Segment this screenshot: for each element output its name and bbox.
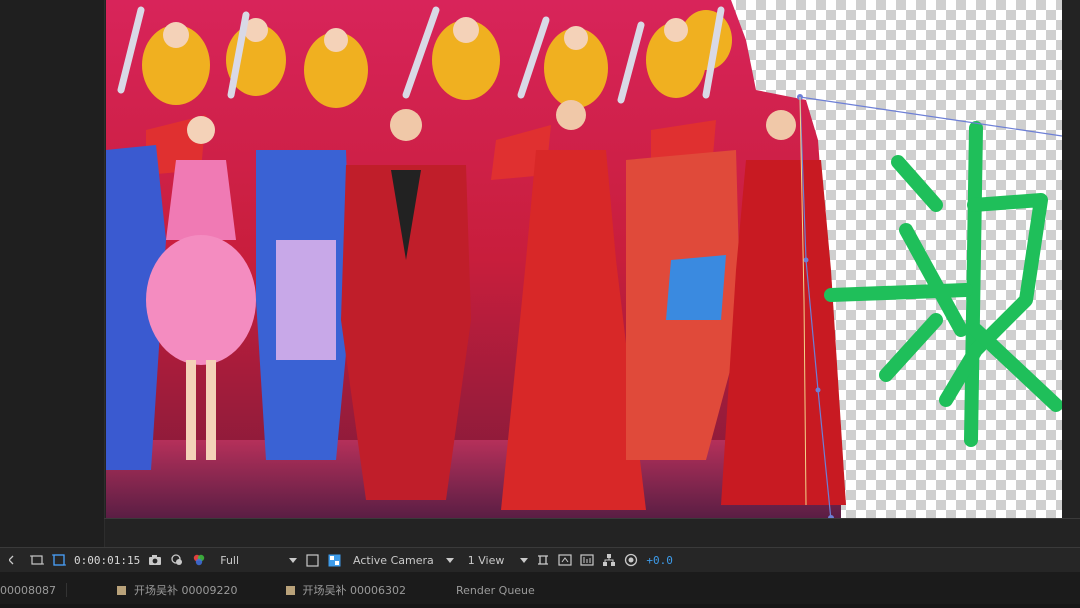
timeline-icon[interactable] — [558, 553, 572, 567]
composition-frame[interactable] — [106, 0, 1062, 518]
color-channels-icon[interactable] — [192, 553, 206, 567]
view-layout-value: 1 View — [467, 553, 505, 567]
flowchart-icon[interactable] — [602, 553, 616, 567]
camera-value: Active Camera — [353, 553, 434, 567]
show-snapshot-icon[interactable] — [170, 553, 184, 567]
viewer-bottom-divider — [104, 518, 1080, 519]
transparency-toggle-icon[interactable] — [52, 553, 66, 567]
panel-tab-bar: 00008087 开场吴补 00009220 开场吴补 00006302 Ren… — [0, 572, 1080, 608]
current-time-display[interactable]: 0:00:01:15 — [74, 554, 140, 567]
tab-composition-1[interactable]: 00008087 — [0, 572, 66, 608]
chevron-down-icon — [520, 557, 529, 563]
composition-icon — [285, 585, 295, 595]
tab-composition-3[interactable]: 开场吴补 00006302 — [276, 572, 417, 608]
fast-previews-icon[interactable] — [536, 553, 550, 567]
tab-label: 00008087 — [0, 583, 56, 597]
reset-exposure-icon[interactable] — [624, 553, 638, 567]
viewer-toolbar: 0:00:01:15 Full Active Camera 1 View +0.… — [0, 547, 1080, 573]
tab-label: 开场吴补 00009220 — [134, 584, 238, 597]
viewer-left-panel — [0, 0, 105, 547]
chevron-down-icon — [289, 557, 298, 563]
chevron-down-icon — [445, 557, 454, 563]
exposure-value[interactable]: +0.0 — [646, 554, 673, 567]
composition-flowchart-icon[interactable] — [580, 553, 594, 567]
composition-icon — [117, 585, 126, 595]
tab-label: 开场吴补 00006302 — [302, 584, 407, 597]
tab-render-queue[interactable]: Render Queue — [446, 572, 545, 608]
composition-viewer[interactable] — [0, 0, 1080, 547]
snapshot-icon[interactable] — [148, 553, 162, 567]
resolution-select[interactable]: Full — [220, 553, 298, 567]
panel-bottom-edge — [0, 604, 1080, 608]
region-toggle-icon[interactable] — [305, 553, 319, 567]
resolution-value: Full — [220, 553, 240, 567]
tab-divider — [66, 583, 67, 597]
tab-label: Render Queue — [456, 583, 535, 597]
tab-composition-2[interactable]: 开场吴补 00009220 — [107, 572, 248, 608]
camera-select[interactable]: Active Camera — [353, 554, 454, 567]
view-layout-select[interactable]: 1 View — [468, 554, 529, 567]
grid-icon[interactable] — [8, 553, 22, 567]
region-of-interest-icon[interactable] — [30, 553, 44, 567]
footage-layer — [106, 0, 1062, 518]
transparency-grid-icon[interactable] — [327, 553, 341, 567]
